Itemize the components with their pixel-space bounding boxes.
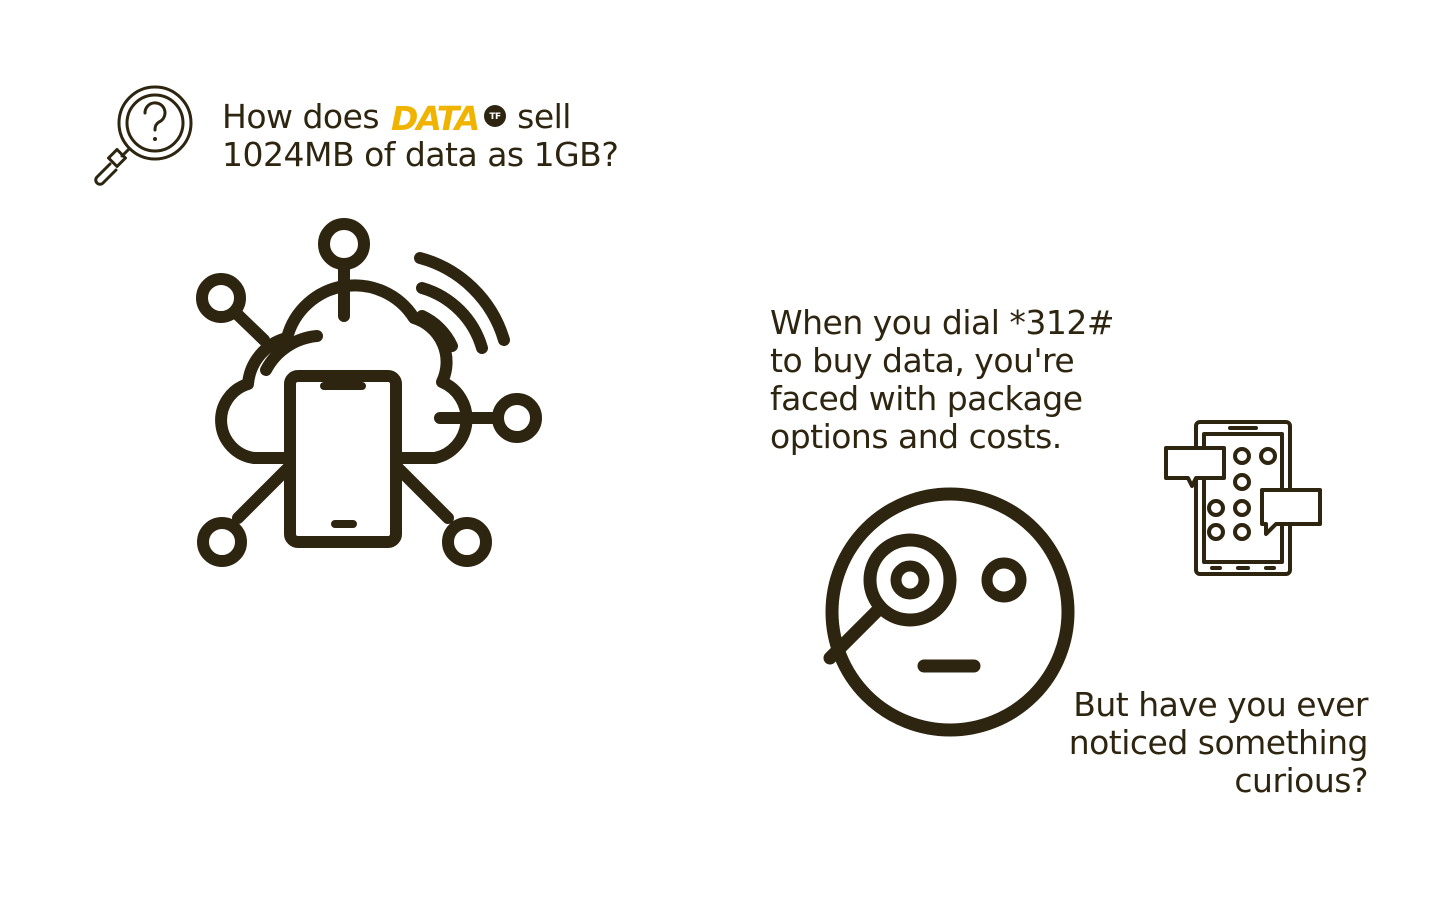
intro-paragraph: When you dial *312# to buy data, you're … — [770, 304, 1190, 456]
headline: How does DATA TF sell 1024MB of data as … — [222, 97, 619, 174]
page: How does DATA TF sell 1024MB of data as … — [0, 0, 1440, 914]
question-line-1: But have you ever — [1073, 685, 1368, 724]
brand-logo-subtext: TF — [489, 112, 501, 122]
brand-logo-text: DATA — [391, 99, 478, 138]
paragraph-line-2: to buy data, you're — [770, 341, 1075, 380]
headline-line-1: How does DATA TF sell — [222, 97, 618, 139]
brand-logo: DATA TF — [391, 99, 511, 138]
closing-question: But have you ever noticed something curi… — [968, 685, 1369, 800]
magnifier-question-icon — [92, 84, 198, 188]
question-line-3: curious? — [1234, 761, 1368, 800]
question-line-2: noticed something — [1068, 723, 1369, 762]
cloud-phone-network-icon — [192, 218, 550, 574]
phone-chat-keypad-icon — [1162, 418, 1324, 578]
headline-line-2: 1024MB of data as 1GB? — [222, 135, 619, 174]
headline-text-before: How does — [222, 97, 380, 136]
paragraph-line-1: When you dial *312# — [770, 303, 1115, 342]
paragraph-line-4: options and costs. — [770, 417, 1062, 456]
headline-text-after: sell — [517, 97, 571, 136]
paragraph-line-3: faced with package — [770, 379, 1083, 418]
